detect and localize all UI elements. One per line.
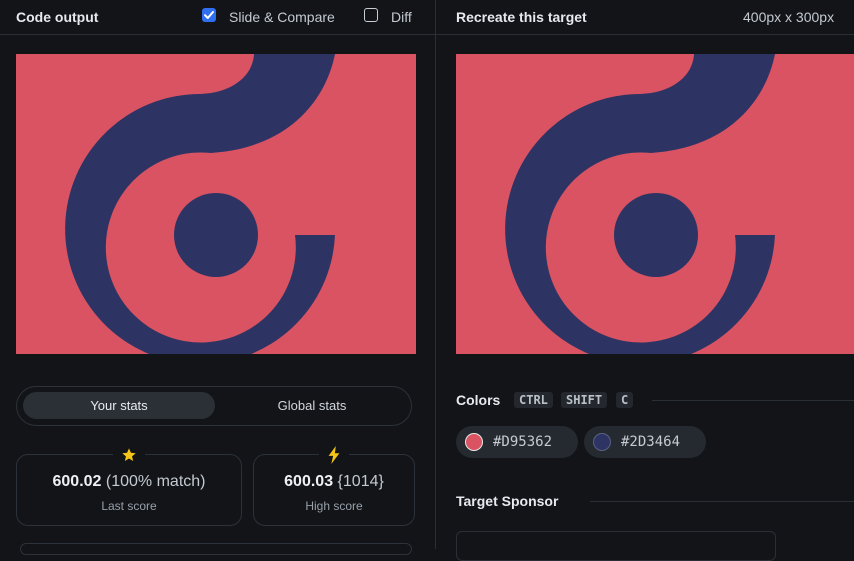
last-score-value: 600.02 (100% match) — [17, 473, 241, 491]
lightning-icon — [319, 444, 349, 466]
target-artwork — [456, 54, 854, 354]
colors-title: Colors — [456, 392, 501, 408]
target-header: Recreate this target 400px x 300px — [436, 0, 854, 35]
sponsor-box[interactable] — [456, 531, 776, 561]
stats-toggle: Your stats Global stats — [16, 386, 412, 426]
code-output-header: Code output Slide & Compare Diff — [0, 0, 435, 35]
color-dot-navy — [593, 433, 611, 451]
panel-divider — [435, 0, 436, 549]
high-score-number: 600.03 — [284, 473, 334, 490]
output-center-circle — [174, 193, 258, 277]
target-canvas — [456, 54, 854, 354]
color-swatch-red[interactable]: #D95362 — [456, 426, 578, 458]
diff-label[interactable]: Diff — [391, 9, 412, 25]
diff-checkbox[interactable] — [364, 8, 378, 22]
checkmark-icon — [204, 11, 214, 19]
target-center-circle — [614, 193, 698, 277]
target-sponsor-title: Target Sponsor — [456, 493, 559, 509]
tab-your-stats[interactable]: Your stats — [23, 392, 215, 419]
color-hex-red: #D95362 — [493, 434, 553, 450]
colors-rule — [652, 400, 854, 401]
last-score-number: 600.02 — [52, 473, 102, 490]
color-swatch-navy[interactable]: #2D3464 — [584, 426, 706, 458]
shortcut-key-c: C — [616, 392, 634, 408]
target-title: Recreate this target — [456, 9, 587, 25]
high-score-value: 600.03 {1014} — [254, 473, 414, 491]
shortcut-key-ctrl: CTRL — [514, 392, 553, 408]
slide-compare-checkbox[interactable] — [202, 8, 216, 22]
high-score-card: 600.03 {1014} High score — [253, 444, 415, 526]
slide-compare-label[interactable]: Slide & Compare — [229, 9, 335, 25]
last-score-match: (100% match) — [105, 473, 206, 490]
high-score-count: {1014} — [337, 473, 384, 490]
last-score-card: 600.02 (100% match) Last score — [16, 444, 242, 526]
tab-global-stats[interactable]: Global stats — [217, 392, 407, 419]
star-icon — [113, 444, 145, 466]
color-dot-red — [465, 433, 483, 451]
output-artwork — [16, 54, 416, 354]
code-output-title: Code output — [16, 9, 99, 25]
sponsor-rule — [590, 501, 854, 502]
shortcut-key-shift: SHIFT — [561, 392, 608, 408]
high-score-label: High score — [305, 499, 363, 513]
last-score-label: Last score — [101, 499, 157, 513]
target-dimensions: 400px x 300px — [743, 9, 835, 25]
bottom-panel-edge — [20, 543, 412, 555]
code-output-canvas[interactable] — [16, 54, 416, 354]
color-hex-navy: #2D3464 — [621, 434, 681, 450]
